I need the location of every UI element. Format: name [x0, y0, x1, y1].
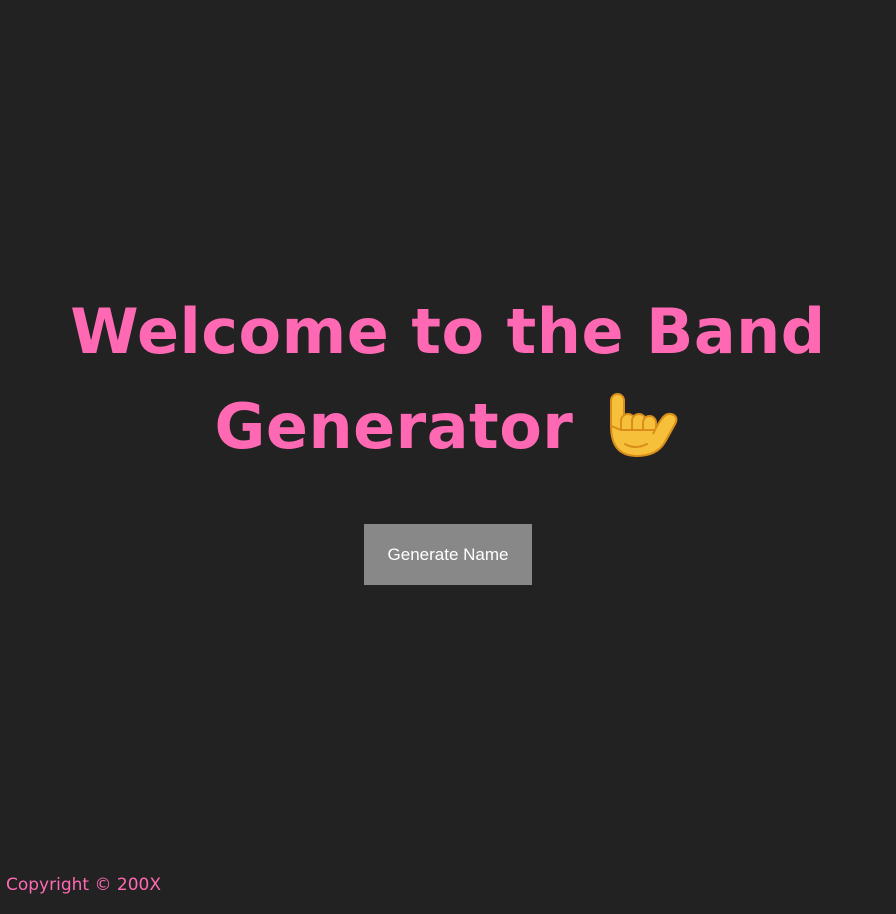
title-line-2: Generator	[214, 390, 574, 463]
page-title: Welcome to the Band Generator	[68, 284, 828, 474]
main-content: Welcome to the Band Generator Generate N…	[0, 0, 896, 914]
generate-name-button[interactable]: Generate Name	[364, 524, 532, 585]
title-line-1: Welcome to the Band	[70, 295, 826, 368]
footer-copyright: Copyright © 200X	[6, 875, 161, 895]
call-me-hand-icon	[601, 390, 681, 460]
